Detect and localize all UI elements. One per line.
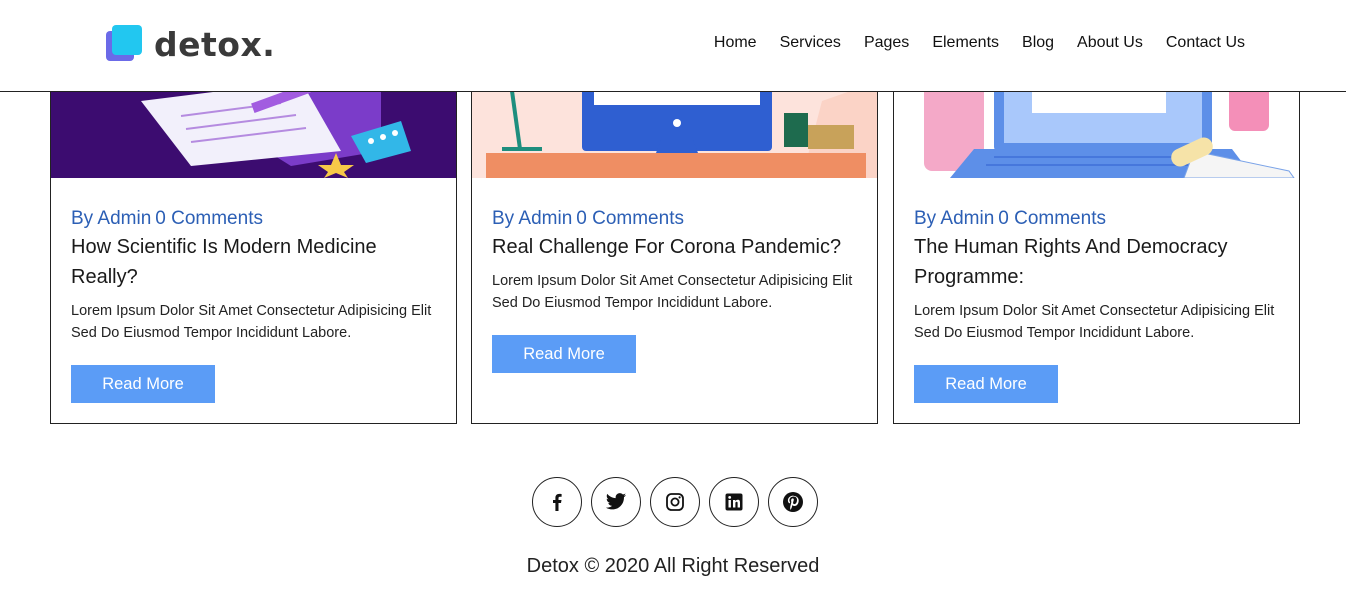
pinterest-icon xyxy=(783,492,803,512)
post-meta: By Admin 0 Comments xyxy=(914,207,1279,231)
site-header: detox. Home Services Pages Elements Blog… xyxy=(0,0,1346,92)
copyright-text: Detox © 2020 All Right Reserved xyxy=(526,555,820,577)
post-author-link[interactable]: By Admin xyxy=(492,208,572,229)
facebook-icon xyxy=(553,493,562,511)
post-comments-link[interactable]: 0 Comments xyxy=(576,208,684,229)
post-excerpt: Lorem Ipsum Dolor Sit Amet Consectetur A… xyxy=(492,273,853,311)
instagram-link[interactable] xyxy=(650,477,700,527)
post-meta: By Admin 0 Comments xyxy=(492,207,857,231)
post-author-link[interactable]: By Admin xyxy=(71,208,151,229)
facebook-link[interactable] xyxy=(532,477,582,527)
post-excerpt: Lorem Ipsum Dolor Sit Amet Consectetur A… xyxy=(914,303,1275,341)
logo[interactable]: detox. xyxy=(106,24,275,64)
main-nav: Home Services Pages Elements Blog About … xyxy=(714,34,1245,52)
pinterest-link[interactable] xyxy=(768,477,818,527)
twitter-link[interactable] xyxy=(591,477,641,527)
read-more-button[interactable]: Read More xyxy=(492,335,636,373)
logo-text: detox. xyxy=(154,24,276,64)
nav-contact-us[interactable]: Contact Us xyxy=(1166,34,1245,52)
blog-card: By Admin 0 Comments Real Challenge For Co… xyxy=(471,40,878,424)
post-title[interactable]: Real Challenge For Corona Pandemic? xyxy=(492,232,857,262)
post-meta: By Admin 0 Comments xyxy=(71,207,436,231)
post-comments-link[interactable]: 0 Comments xyxy=(998,208,1106,229)
logo-mark-icon xyxy=(106,25,144,63)
nav-services[interactable]: Services xyxy=(780,34,841,52)
blog-card: By Admin 0 Comments How Scientific Is Mod… xyxy=(50,40,457,424)
read-more-button[interactable]: Read More xyxy=(71,365,215,403)
post-excerpt: Lorem Ipsum Dolor Sit Amet Consectetur A… xyxy=(71,303,432,341)
twitter-icon xyxy=(605,493,627,510)
linkedin-icon xyxy=(725,493,743,511)
post-title[interactable]: The Human Rights And Democracy Programme… xyxy=(914,232,1279,292)
nav-about-us[interactable]: About Us xyxy=(1077,34,1143,52)
linkedin-link[interactable] xyxy=(709,477,759,527)
nav-elements[interactable]: Elements xyxy=(932,34,999,52)
social-links xyxy=(532,477,818,527)
nav-blog[interactable]: Blog xyxy=(1022,34,1054,52)
post-author-link[interactable]: By Admin xyxy=(914,208,994,229)
nav-home[interactable]: Home xyxy=(714,34,757,52)
post-comments-link[interactable]: 0 Comments xyxy=(155,208,263,229)
instagram-icon xyxy=(666,493,684,511)
post-title[interactable]: How Scientific Is Modern Medicine Really… xyxy=(71,232,436,292)
read-more-button[interactable]: Read More xyxy=(914,365,1058,403)
blog-card: By Admin 0 Comments The Human Rights And … xyxy=(893,40,1300,424)
nav-pages[interactable]: Pages xyxy=(864,34,909,52)
